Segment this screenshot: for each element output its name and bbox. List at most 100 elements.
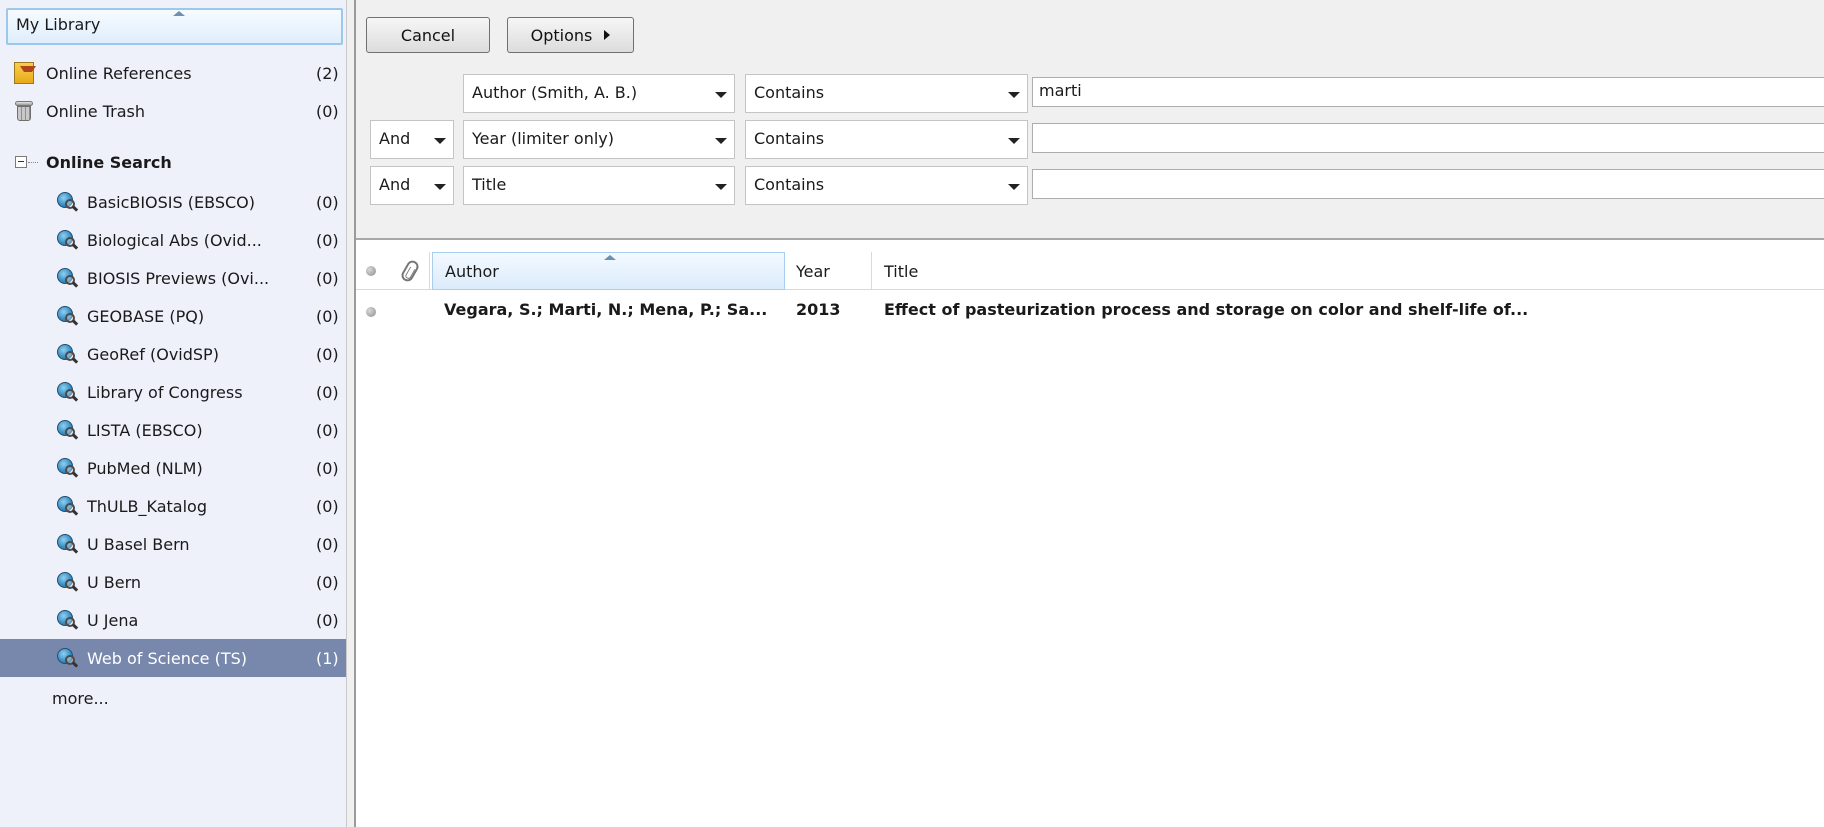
search-source-label: U Jena xyxy=(87,610,139,630)
chevron-down-icon xyxy=(715,92,727,98)
search-source-count: (0) xyxy=(316,306,339,326)
search-source-label: BasicBIOSIS (EBSCO) xyxy=(87,192,255,212)
group-count: (0) xyxy=(316,101,339,121)
search-source-label: LISTA (EBSCO) xyxy=(87,420,203,440)
row-title: Effect of pasteurization process and sto… xyxy=(884,300,1529,319)
search-source-count: (0) xyxy=(316,572,339,592)
results-list: Author Year Title Vegara, S.; Marti, N.;… xyxy=(356,252,1824,827)
chevron-down-icon xyxy=(715,138,727,144)
read-status-column[interactable] xyxy=(366,252,376,290)
search-source-label: U Basel Bern xyxy=(87,534,190,554)
sort-caret-icon xyxy=(604,255,616,260)
my-library-header[interactable]: My Library xyxy=(6,8,343,45)
search-source-count: (0) xyxy=(316,458,339,478)
column-header-title[interactable]: Title xyxy=(874,252,1824,290)
search-source-item[interactable]: U Basel Bern (0) xyxy=(0,525,346,563)
field-select-1[interactable]: Author (Smith, A. B.) xyxy=(463,74,735,113)
search-source-item[interactable]: Web of Science (TS) (1) xyxy=(0,639,346,677)
search-source-label: BIOSIS Previews (Ovi... xyxy=(87,268,270,288)
search-source-count: (0) xyxy=(316,534,339,554)
search-source-count: (0) xyxy=(316,192,339,212)
online-search-label: Online Search xyxy=(46,152,172,172)
globe-search-icon xyxy=(57,496,79,516)
operator-select-2[interactable]: Contains xyxy=(745,120,1028,159)
more-link[interactable]: more... xyxy=(0,679,346,717)
search-source-item[interactable]: PubMed (NLM) (0) xyxy=(0,449,346,487)
globe-search-icon xyxy=(57,420,79,440)
field-select-3[interactable]: Title xyxy=(463,166,735,205)
more-label: more... xyxy=(52,688,109,708)
search-source-item[interactable]: Biological Abs (Ovid... (0) xyxy=(0,221,346,259)
group-online-trash[interactable]: Online Trash (0) xyxy=(0,92,346,130)
search-source-count: (0) xyxy=(316,496,339,516)
search-source-item[interactable]: ThULB_Katalog (0) xyxy=(0,487,346,525)
pane-splitter[interactable] xyxy=(346,0,356,827)
triangle-right-icon xyxy=(604,30,611,40)
search-source-item[interactable]: BIOSIS Previews (Ovi... (0) xyxy=(0,259,346,297)
globe-search-icon xyxy=(57,648,79,668)
search-term-input-2[interactable] xyxy=(1032,123,1824,153)
search-source-count: (0) xyxy=(316,344,339,364)
group-count: (2) xyxy=(316,63,339,83)
column-header-year[interactable]: Year xyxy=(786,252,872,290)
search-source-item[interactable]: LISTA (EBSCO) (0) xyxy=(0,411,346,449)
search-source-count: (0) xyxy=(316,382,339,402)
table-row[interactable]: Vegara, S.; Marti, N.; Mena, P.; Sa... 2… xyxy=(356,296,1824,326)
cancel-button[interactable]: Cancel xyxy=(366,17,490,53)
search-source-label: Biological Abs (Ovid... xyxy=(87,230,262,250)
results-header: Author Year Title xyxy=(356,252,1824,290)
search-source-label: GeoRef (OvidSP) xyxy=(87,344,219,364)
search-source-label: PubMed (NLM) xyxy=(87,458,203,478)
globe-search-icon xyxy=(57,268,79,288)
globe-search-icon xyxy=(57,306,79,326)
bool-select-2[interactable]: And xyxy=(370,120,454,159)
my-library-label: My Library xyxy=(16,15,101,34)
chevron-down-icon xyxy=(434,184,446,190)
library-sidebar: My Library Online References (2) Online … xyxy=(0,0,346,827)
globe-search-icon xyxy=(57,382,79,402)
operator-select-1[interactable]: Contains xyxy=(745,74,1028,113)
globe-search-icon xyxy=(57,344,79,364)
search-source-item[interactable]: BasicBIOSIS (EBSCO) (0) xyxy=(0,183,346,221)
search-source-label: U Bern xyxy=(87,572,142,592)
search-source-item[interactable]: U Jena (0) xyxy=(0,601,346,639)
column-header-author[interactable]: Author xyxy=(432,252,785,290)
search-source-count: (0) xyxy=(316,420,339,440)
search-source-item[interactable]: Library of Congress (0) xyxy=(0,373,346,411)
search-term-input-3[interactable] xyxy=(1032,169,1824,199)
globe-search-icon xyxy=(57,230,79,250)
chevron-down-icon xyxy=(1008,92,1020,98)
search-source-count: (1) xyxy=(316,648,339,668)
bool-select-3[interactable]: And xyxy=(370,166,454,205)
globe-search-icon xyxy=(57,610,79,630)
search-panel: Cancel Options Author (Smith, A. B.) Con… xyxy=(356,0,1824,240)
globe-search-icon xyxy=(57,192,79,212)
sort-caret-icon xyxy=(173,11,185,16)
search-source-count: (0) xyxy=(316,268,339,288)
chevron-down-icon xyxy=(715,184,727,190)
row-year: 2013 xyxy=(796,300,841,319)
search-source-count: (0) xyxy=(316,230,339,250)
group-label: Online Trash xyxy=(46,101,145,121)
attachment-column[interactable] xyxy=(399,252,430,290)
operator-select-3[interactable]: Contains xyxy=(745,166,1028,205)
group-label: Online References xyxy=(46,63,192,83)
row-author: Vegara, S.; Marti, N.; Mena, P.; Sa... xyxy=(444,300,768,319)
search-source-item[interactable]: GeoRef (OvidSP) (0) xyxy=(0,335,346,373)
search-source-item[interactable]: GEOBASE (PQ) (0) xyxy=(0,297,346,335)
search-term-input-1[interactable]: marti xyxy=(1032,77,1824,107)
search-source-item[interactable]: U Bern (0) xyxy=(0,563,346,601)
group-online-references[interactable]: Online References (2) xyxy=(0,54,346,92)
paperclip-icon xyxy=(399,258,421,284)
unread-dot-icon xyxy=(366,307,376,317)
options-button[interactable]: Options xyxy=(507,17,634,53)
search-source-label: GEOBASE (PQ) xyxy=(87,306,205,326)
online-search-group[interactable]: Online Search xyxy=(0,143,346,181)
field-select-2[interactable]: Year (limiter only) xyxy=(463,120,735,159)
collapse-icon[interactable] xyxy=(15,156,27,168)
read-status-dot-icon xyxy=(366,266,376,276)
search-source-label: Web of Science (TS) xyxy=(87,648,247,668)
folder-icon xyxy=(14,62,36,84)
search-source-label: ThULB_Katalog xyxy=(87,496,207,516)
search-source-label: Library of Congress xyxy=(87,382,243,402)
